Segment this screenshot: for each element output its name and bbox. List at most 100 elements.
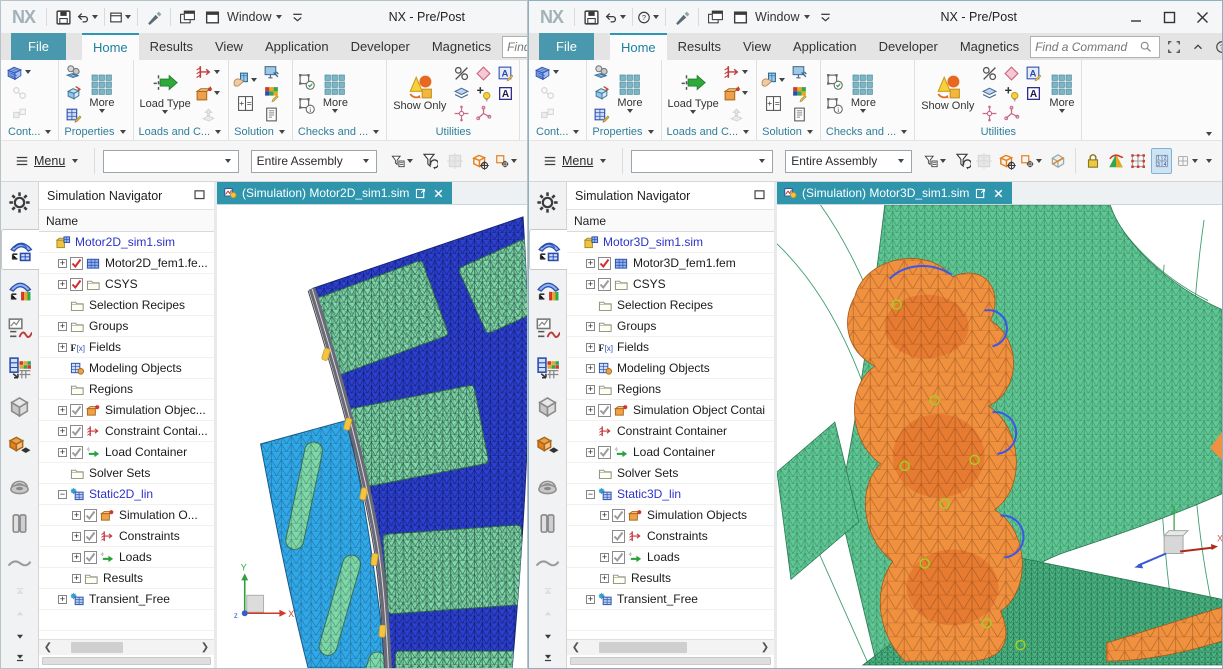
dropdown-arrow-icon[interactable] [1192,159,1198,163]
title-bar[interactable]: NX ?Window NX - Pre/Post [529,1,1222,33]
settings-gear-icon[interactable] [530,186,566,219]
shaded-view-icon[interactable] [1106,149,1125,173]
tab-home[interactable]: Home [610,33,667,60]
model-setup-check-icon[interactable] [260,62,282,82]
xy-function-navigator-tab[interactable] [530,309,566,348]
scroll-right-icon[interactable]: ❯ [758,642,772,653]
node-quality-check-icon[interactable] [824,71,846,91]
graphics-tab[interactable]: (Simulation) Motor3D_sim1.sim [777,182,1012,204]
solution-matrix-tab[interactable] [2,348,38,387]
cascade-windows-button[interactable] [175,5,199,29]
tree-row[interactable]: +Simulation O... [39,505,214,526]
menu-button[interactable]: Menu [537,154,614,168]
find-command-box[interactable] [502,36,528,58]
dropdown-arrow-icon[interactable] [648,130,654,134]
tree-row[interactable]: Motor2D_sim1.sim [39,232,214,253]
note-editor-icon[interactable]: A [494,63,516,83]
clamp-tools-tab[interactable] [2,465,38,504]
visibility-checkbox[interactable] [612,509,625,522]
visibility-checkbox[interactable] [612,530,625,543]
ribbon-group-label[interactable]: Utilities [390,124,516,140]
dropdown-arrow-icon[interactable] [743,130,749,134]
show-only-button[interactable]: Show Only [918,74,977,112]
new-window-button[interactable] [200,5,224,29]
scroll-to-bottom-button[interactable] [530,647,566,668]
dropdown-arrow-icon[interactable] [898,159,904,163]
touch-mode-button[interactable] [142,5,166,29]
light-bulb-plus-icon[interactable] [472,83,494,103]
ribbon-group-label[interactable]: Checks and ... [824,124,911,140]
scroll-left-icon[interactable]: ❮ [569,642,583,653]
ribbon-group-label[interactable]: Properties [590,124,657,140]
dropdown-arrow-icon[interactable] [120,130,126,134]
dropdown-arrow-icon[interactable] [1036,159,1042,163]
visibility-checkbox[interactable] [70,446,83,459]
save-button[interactable] [579,5,603,29]
settings-gear-icon[interactable] [2,186,38,219]
ribbon-group-label[interactable]: Utilities [918,124,1078,140]
marker-diamond-icon[interactable] [1000,63,1022,83]
hide-slash-icon[interactable] [978,63,1000,83]
constraint-type-icon[interactable] [723,62,750,82]
dropdown-arrow-icon[interactable] [690,110,696,114]
tree-row[interactable]: Selection Recipes [39,295,214,316]
reset-filter-icon[interactable] [952,149,971,173]
ribbon-group-label[interactable]: Properties [62,124,129,140]
selection-filter-combo[interactable] [103,150,238,173]
graphics-viewport-2d[interactable]: Y X z [217,204,527,668]
tree-row[interactable]: Motor3D_sim1.sim [567,232,774,253]
visibility-checkbox[interactable] [84,551,97,564]
help-menu-button[interactable]: ? [637,5,661,29]
load-type-button[interactable]: Load Type [137,72,194,114]
tree-row[interactable]: +Regions [567,379,774,400]
window-menu-button[interactable]: Window [753,10,801,24]
solution-matrix-tab[interactable] [530,348,566,387]
light-bulb-plus-icon[interactable] [1000,83,1022,103]
tab-application[interactable]: Application [254,33,340,60]
visibility-checkbox[interactable] [598,446,611,459]
panel-resize-strip[interactable] [570,657,771,665]
tree-row[interactable]: +Constraint Contai... [39,421,214,442]
expand-toggle[interactable]: + [600,574,609,583]
undo-button[interactable] [604,5,628,29]
touch-mode-button[interactable] [670,5,694,29]
dropdown-arrow-icon[interactable] [1206,159,1212,163]
ribbon-group-label[interactable]: Solution [232,124,289,140]
tab-results[interactable]: Results [667,33,732,60]
tree-column-header[interactable]: Name [39,209,214,232]
measure-icon[interactable] [450,103,472,123]
dropdown-arrow-icon[interactable] [807,130,813,134]
expand-toggle[interactable]: + [72,553,81,562]
acage-window-icon[interactable] [495,149,519,173]
horizontal-scrollbar[interactable]: ❮ ❯ [567,639,774,655]
report-icon[interactable] [788,104,810,124]
more-button[interactable]: More [319,73,352,113]
horizontal-scrollbar[interactable]: ❮ ❯ [39,639,214,655]
more-button[interactable]: More [85,73,118,113]
expand-toggle[interactable]: + [58,448,67,457]
visibility-checkbox[interactable] [84,530,97,543]
tree-row[interactable]: Regions [39,379,214,400]
mesh-collector-icon[interactable] [590,62,612,82]
ribbon-group-label[interactable]: Cont... [6,124,55,140]
hide-slash-icon[interactable] [450,63,472,83]
simulation-object-type-icon[interactable] [195,83,222,103]
measure-icon[interactable] [978,103,1000,123]
menu-button[interactable]: Menu [9,154,86,168]
fem-mesh-dropdown-icon[interactable] [6,62,33,82]
csys-marker-icon[interactable] [1000,103,1022,123]
post-processing-navigator-tab[interactable] [530,270,566,309]
dropdown-arrow-icon[interactable] [804,15,810,19]
visibility-checkbox[interactable] [70,257,83,270]
acage-window-icon[interactable] [1020,149,1044,173]
scroll-down-button[interactable] [2,625,38,646]
expand-toggle[interactable]: + [72,532,81,541]
expand-toggle[interactable]: + [600,511,609,520]
dropdown-arrow-icon[interactable] [45,130,51,134]
ribbon-group-label[interactable]: Cont... [534,124,583,140]
tree-row[interactable]: +F[x]Fields [567,337,774,358]
dropdown-arrow-icon[interactable] [1206,132,1212,136]
dropdown-arrow-icon[interactable] [653,15,659,19]
undock-panel-icon[interactable] [753,188,766,204]
ribbon-group-label[interactable]: Checks and ... [296,124,383,140]
